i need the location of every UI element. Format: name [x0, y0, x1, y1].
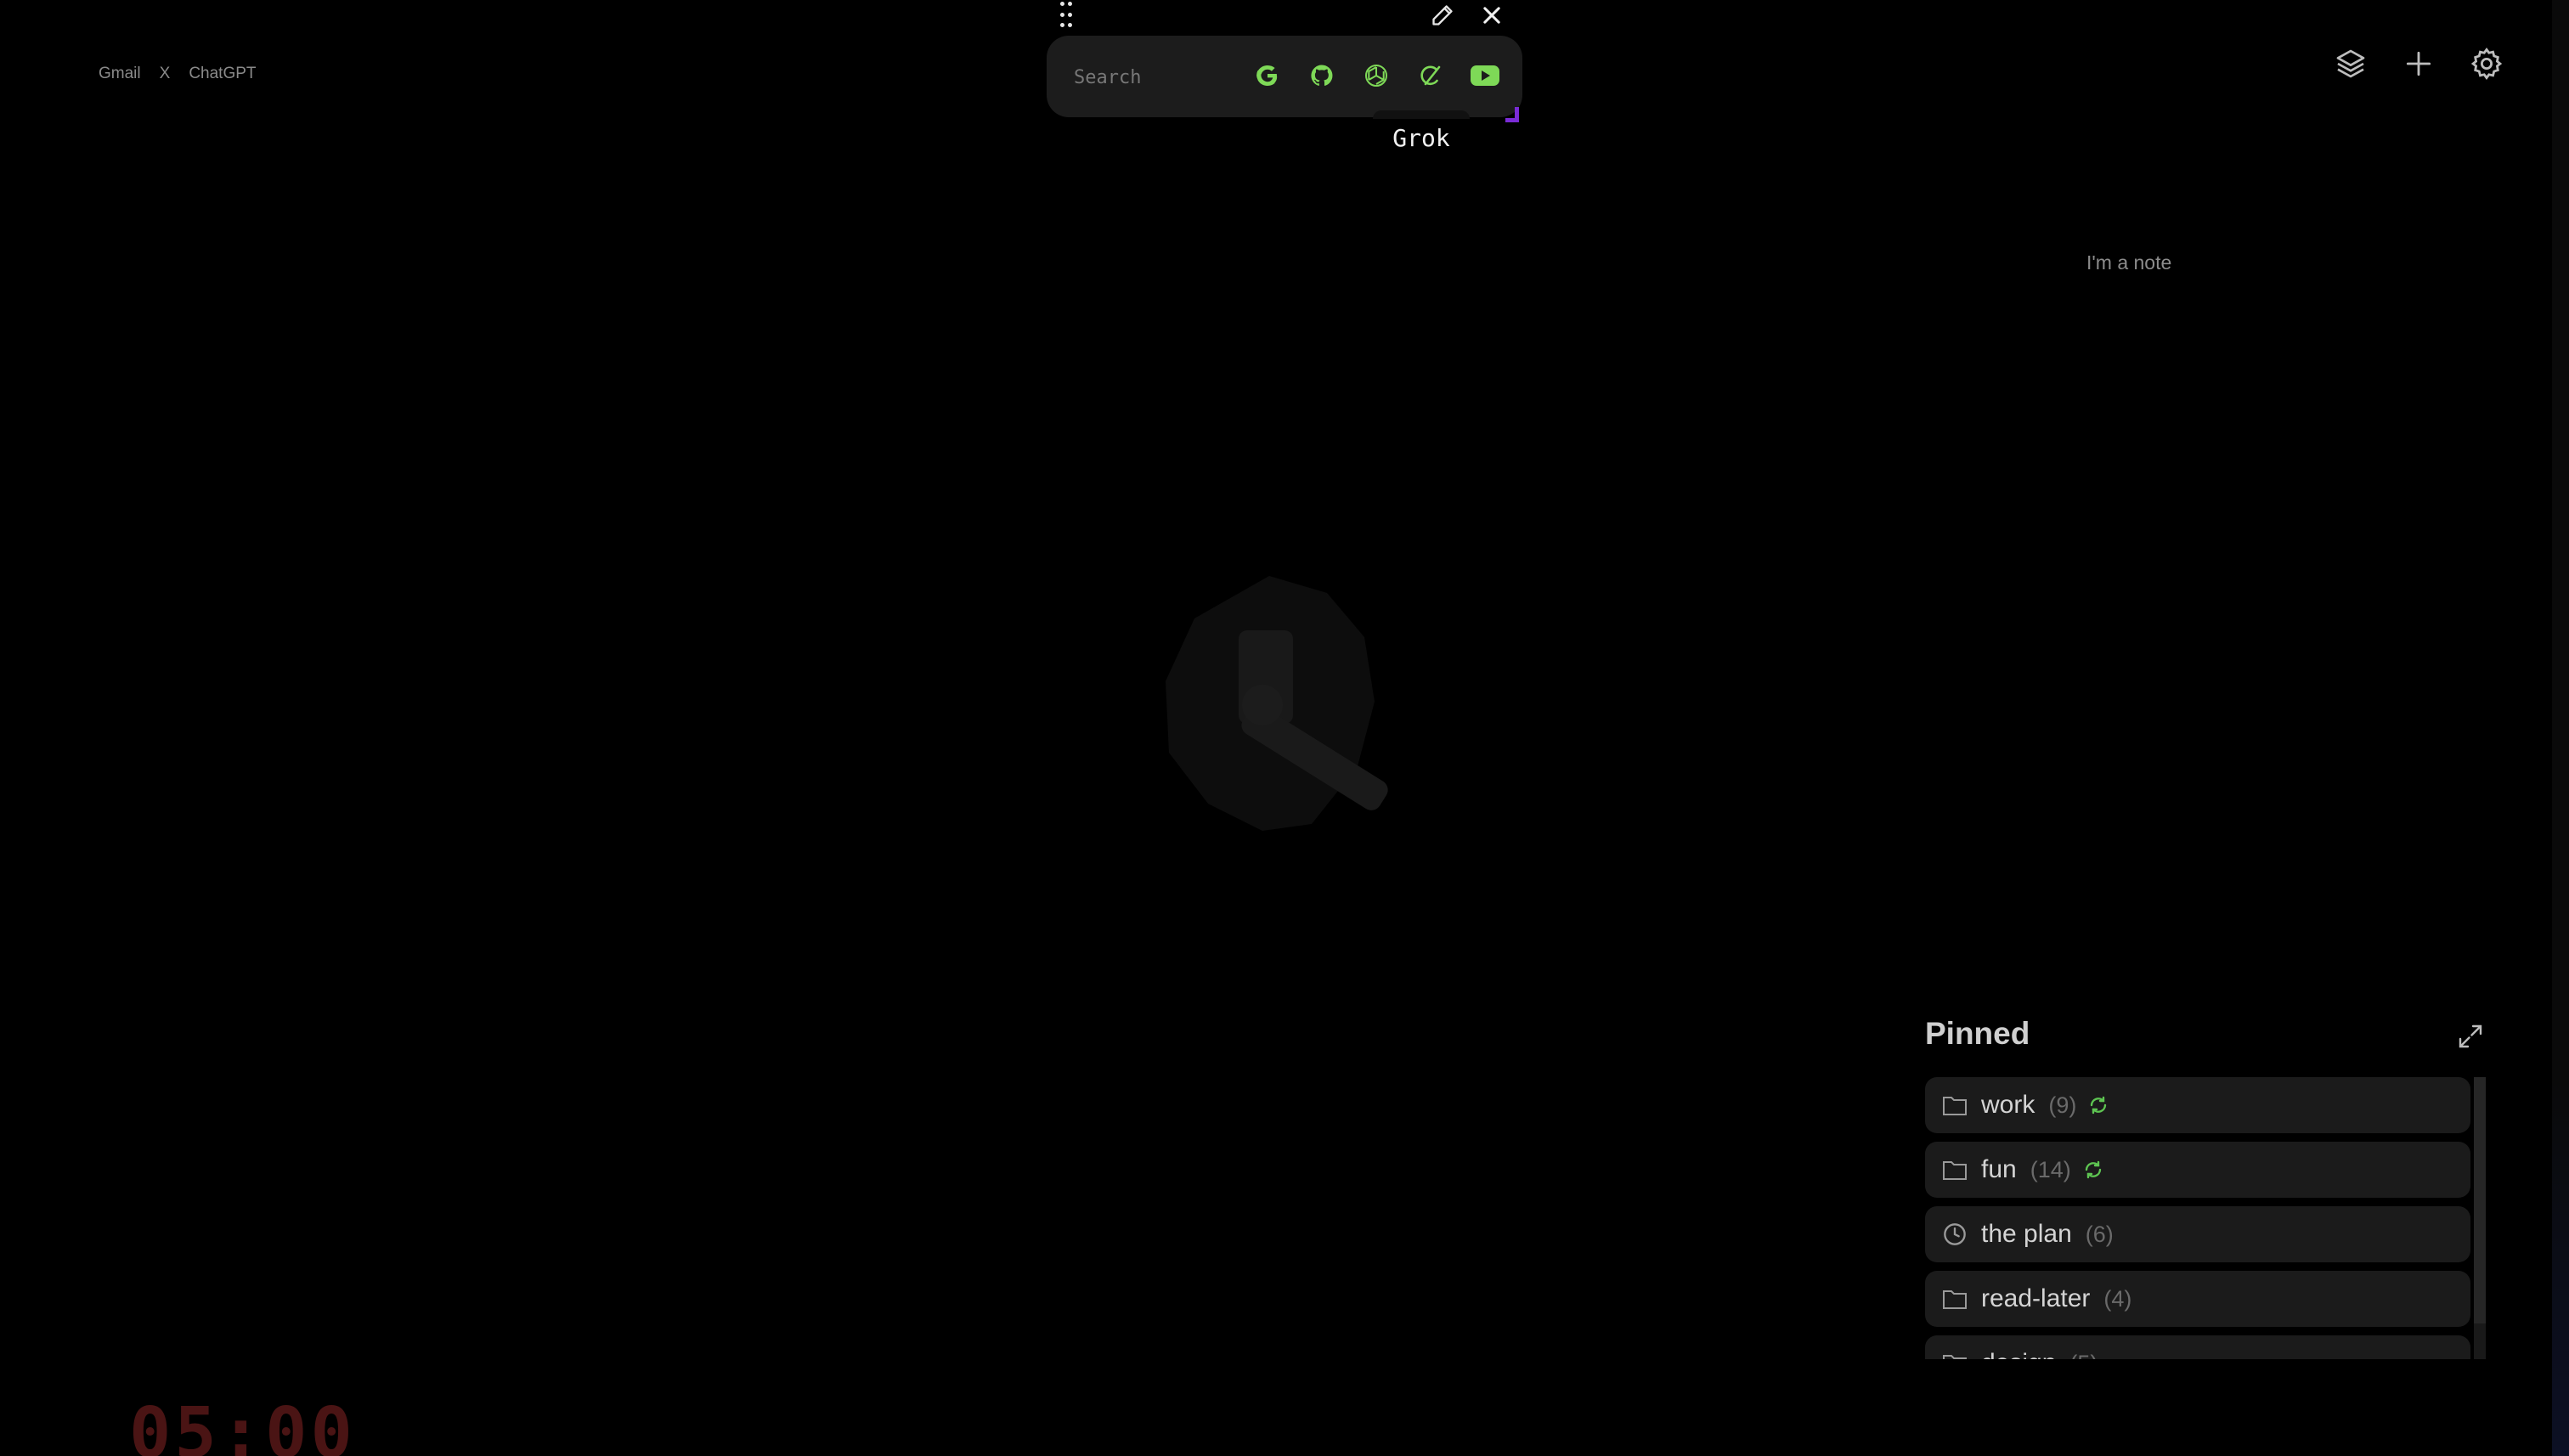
pinned-item-count: (6) [2085, 1221, 2114, 1247]
pinned-item-fun[interactable]: fun (14) [1925, 1142, 2470, 1198]
quick-link-gmail[interactable]: Gmail [99, 65, 141, 83]
folder-icon [1942, 1157, 1968, 1182]
pinned-item-count: (5) [2069, 1351, 2098, 1360]
google-icon[interactable] [1251, 59, 1284, 93]
search-bar [1047, 36, 1522, 117]
countdown-timer[interactable]: 05:00 [129, 1393, 356, 1456]
pinned-item-label: read-later [1981, 1284, 2091, 1312]
gear-icon[interactable] [2467, 44, 2506, 83]
pinned-item-label: the plan [1981, 1220, 2072, 1248]
layers-icon[interactable] [2331, 44, 2370, 83]
quick-link-x[interactable]: X [160, 65, 171, 83]
pinned-title: Pinned [1925, 1016, 2030, 1051]
search-input[interactable] [1072, 61, 1245, 93]
pinned-item-read-later[interactable]: read-later (4) [1925, 1271, 2470, 1327]
pinned-item-design[interactable]: design (5) [1925, 1335, 2470, 1359]
pinned-item-label: work [1981, 1091, 2035, 1119]
plus-icon[interactable] [2399, 44, 2438, 83]
folder-icon [1942, 1092, 1968, 1118]
sync-icon [2083, 1159, 2105, 1181]
youtube-icon[interactable] [1468, 59, 1502, 93]
expand-icon[interactable] [2455, 1021, 2486, 1052]
pinned-scrollbar[interactable] [2474, 1077, 2486, 1359]
pinned-item-count: (4) [2103, 1285, 2132, 1312]
pinned-list: work (9) fun (14) the plan (6) read-late… [1925, 1077, 2487, 1359]
drag-handle-icon[interactable] [1060, 2, 1079, 27]
clock-icon [1942, 1222, 1968, 1247]
analog-clock [1143, 574, 1415, 846]
grok-icon[interactable] [1414, 59, 1448, 93]
pinned-item-label: design [1981, 1349, 2056, 1359]
new-tab-page: Gmail X ChatGPT Search Grok I'm a note 0… [0, 0, 2569, 1456]
chatgpt-icon[interactable] [1359, 59, 1393, 93]
pinned-item-count: (9) [2048, 1092, 2077, 1118]
tooltip: Grok [1373, 110, 1470, 165]
pencil-icon[interactable] [1431, 3, 1454, 27]
pinned-panel: Pinned work (9) fun (14) the plan (6) re… [1925, 1016, 2494, 1359]
pinned-item-count: (14) [2030, 1156, 2071, 1182]
pinned-scrollbar-thumb[interactable] [2474, 1077, 2486, 1323]
page-scrollbar[interactable] [2552, 0, 2569, 1456]
resize-handle[interactable] [1505, 107, 1519, 122]
close-icon[interactable] [1480, 3, 1504, 27]
pinned-item-the-plan[interactable]: the plan (6) [1925, 1206, 2470, 1262]
pinned-item-work[interactable]: work (9) [1925, 1077, 2470, 1133]
folder-icon [1942, 1351, 1968, 1359]
github-icon[interactable] [1305, 59, 1339, 93]
tooltip-text: Grok [1392, 124, 1450, 152]
quick-link-chatgpt[interactable]: ChatGPT [189, 65, 256, 83]
note-text[interactable]: I'm a note [2086, 251, 2171, 274]
folder-icon [1942, 1286, 1968, 1312]
quick-links: Gmail X ChatGPT [99, 65, 257, 83]
sync-icon [2088, 1094, 2110, 1116]
pinned-item-label: fun [1981, 1155, 2017, 1183]
search-widget: Grok [1047, 0, 1556, 153]
